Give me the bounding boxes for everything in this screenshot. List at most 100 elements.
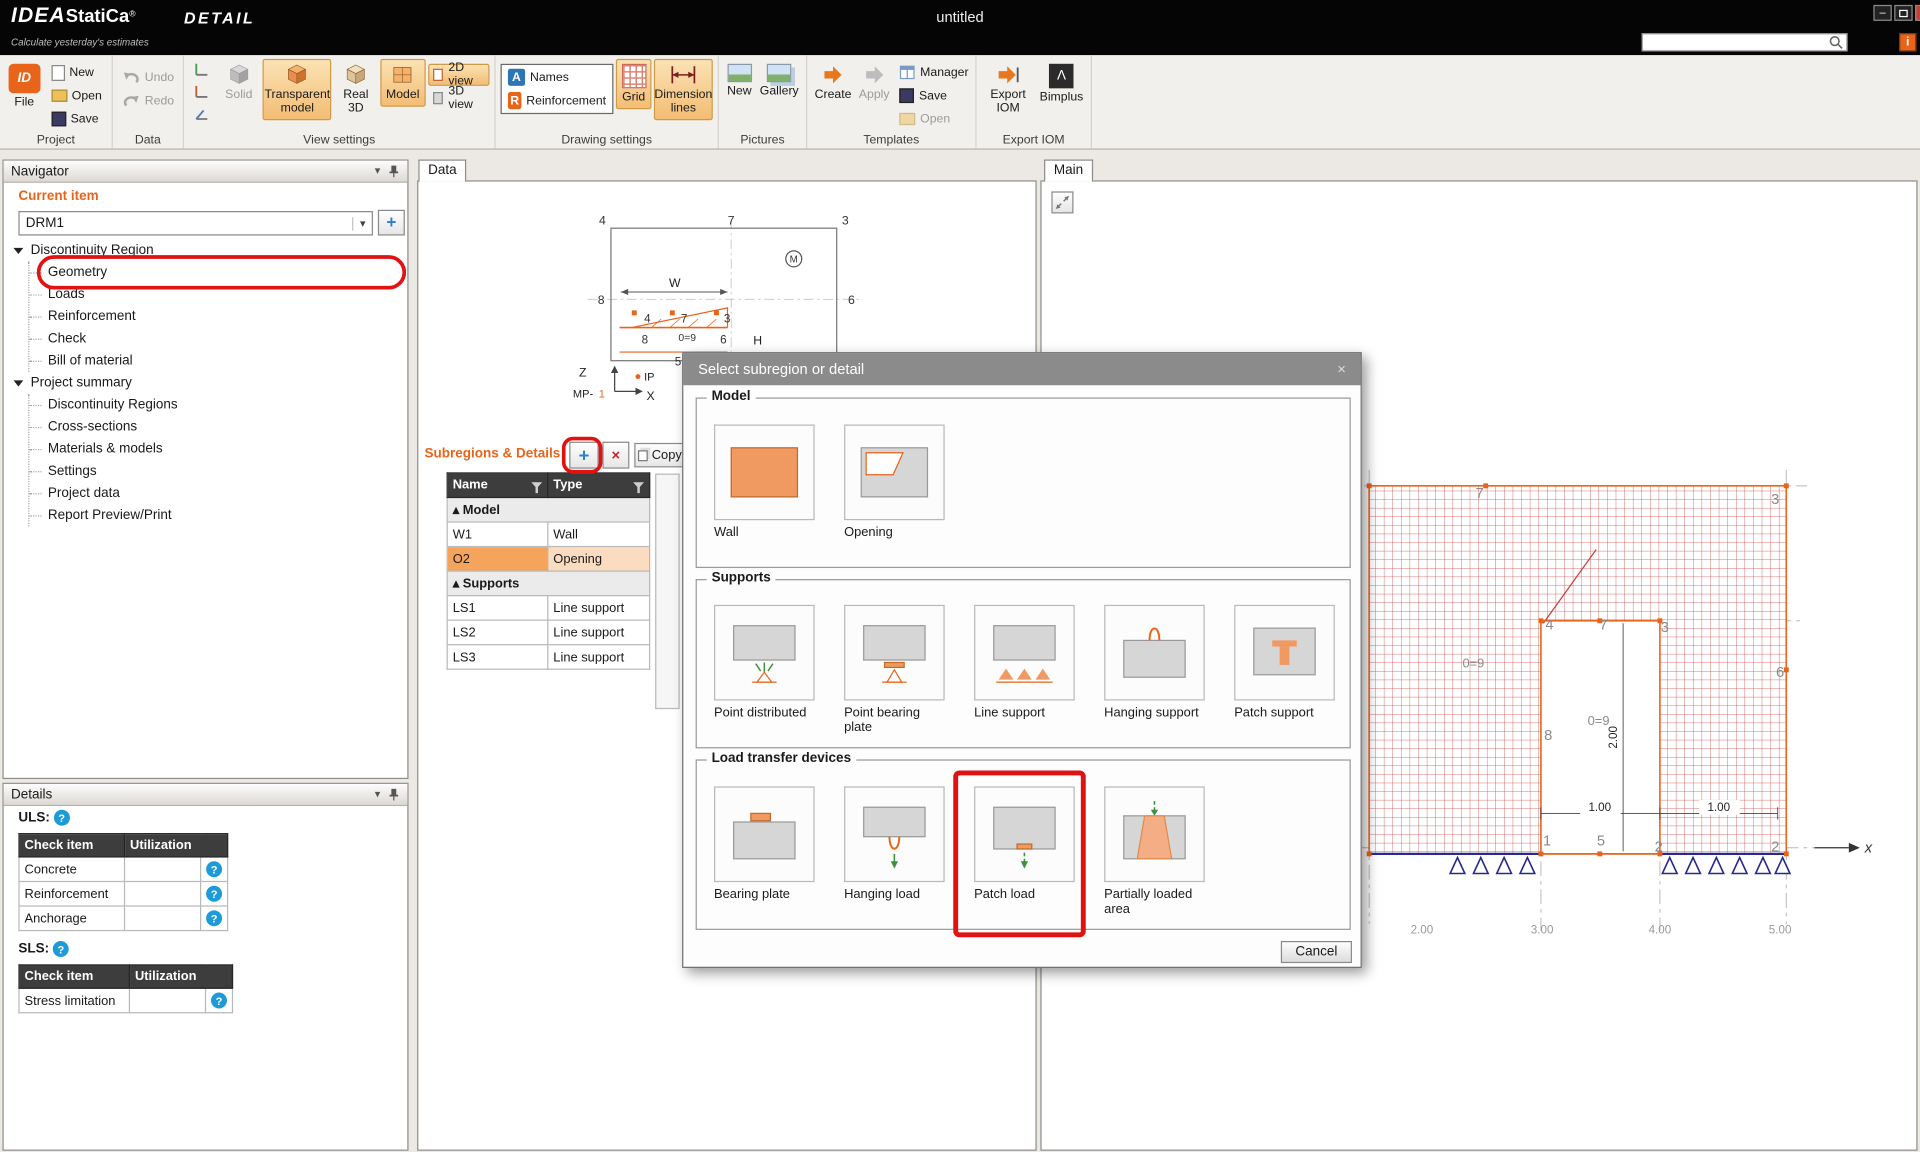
chevron-down-icon[interactable]: ▾ [375, 164, 381, 177]
pin-icon[interactable] [388, 788, 400, 801]
view-axis-yz-button[interactable] [189, 103, 215, 124]
transparent-model-button[interactable]: Transparent model [263, 59, 332, 120]
dialog-item-hanging-support[interactable]: Hanging support [1104, 605, 1207, 720]
dialog-item-point-distributed[interactable]: Point distributed [714, 605, 817, 720]
add-region-button[interactable]: + [378, 210, 405, 236]
table-row[interactable]: Concrete ? [19, 857, 228, 882]
dialog-titlebar[interactable]: Select subregion or detail × [683, 353, 1360, 385]
help-icon[interactable]: ? [206, 861, 222, 877]
tree-section-discontinuity-region[interactable]: Discontinuity Region [13, 239, 401, 261]
names-toggle-button[interactable]: ANames [503, 66, 611, 88]
help-icon[interactable]: ? [206, 886, 222, 902]
file-icon: ID [8, 64, 40, 93]
tree-item-check[interactable]: Check [29, 328, 401, 350]
tree-item-geometry[interactable]: Geometry [29, 261, 401, 283]
template-create-button[interactable]: Create [812, 59, 854, 107]
tree-item-settings[interactable]: Settings [29, 460, 401, 482]
template-manager-button[interactable]: Manager [894, 61, 973, 83]
chevron-down-icon[interactable]: ▾ [375, 788, 381, 801]
maximize-button[interactable] [1894, 5, 1912, 21]
redo-button[interactable]: Redo [118, 90, 179, 112]
tree-item-discontinuity-regions[interactable]: Discontinuity Regions [29, 394, 401, 416]
group-row-model[interactable]: ▴ Model [447, 497, 649, 522]
svg-text:2: 2 [1655, 839, 1663, 855]
view-axis-xz-button[interactable] [189, 81, 215, 102]
col-type: Type [548, 473, 650, 498]
dimension-lines-button[interactable]: Dimension lines [654, 59, 713, 120]
real-3d-button[interactable]: Real 3D [334, 59, 377, 120]
reinforcement-toggle-button[interactable]: RReinforcement [503, 90, 611, 112]
add-subregion-button[interactable]: + [569, 442, 598, 469]
pin-icon[interactable] [388, 164, 400, 177]
copy-subregion-button[interactable]: Copy [634, 443, 686, 468]
dialog-item-partially-loaded-area[interactable]: Partially loaded area [1104, 786, 1207, 916]
save-disk-icon [51, 112, 66, 127]
tree-item-materials-models[interactable]: Materials & models [29, 438, 401, 460]
tree-item-bill-of-material[interactable]: Bill of material [29, 350, 401, 372]
model-view-button[interactable]: Model [380, 59, 426, 107]
ribbon-group-data: Undo Redo Data [113, 55, 184, 148]
dialog-item-point-bearing-plate[interactable]: Point bearing plate [844, 605, 947, 735]
picture-gallery-button[interactable]: Gallery [757, 59, 801, 103]
tree-item-report-preview-print[interactable]: Report Preview/Print [29, 504, 401, 526]
dialog-item-hanging-load[interactable]: Hanging load [844, 786, 947, 901]
open-project-button[interactable]: Open [46, 85, 107, 107]
tree-item-reinforcement[interactable]: Reinforcement [29, 305, 401, 327]
table-row-selected[interactable]: O2 Opening [447, 547, 649, 572]
filter-icon[interactable] [633, 482, 644, 493]
table-row[interactable]: LS2 Line support [447, 620, 649, 645]
minimize-button[interactable]: – [1873, 5, 1891, 21]
template-save-button[interactable]: Save [894, 85, 973, 107]
table-row[interactable]: W1 Wall [447, 522, 649, 547]
dialog-item-wall[interactable]: Wall [714, 424, 817, 539]
table-scrollbar-track[interactable] [655, 474, 680, 710]
view-axis-xy-button[interactable] [189, 59, 215, 80]
template-apply-button[interactable]: Apply [856, 59, 892, 107]
help-icon[interactable]: ? [211, 993, 227, 1009]
save-project-button[interactable]: Save [46, 108, 107, 130]
grid-button[interactable]: Grid [616, 59, 652, 109]
dialog-item-patch-load[interactable]: Patch load [974, 786, 1077, 901]
close-button[interactable]: × [1915, 5, 1920, 21]
template-open-button[interactable]: Open [894, 108, 973, 130]
point-bearing-plate-icon [851, 618, 937, 687]
tree-section-project-summary[interactable]: Project summary [13, 372, 401, 394]
table-row[interactable]: LS1 Line support [447, 596, 649, 621]
dialog-close-icon[interactable]: × [1337, 361, 1346, 378]
file-button[interactable]: ID File [5, 59, 44, 114]
dialog-item-bearing-plate[interactable]: Bearing plate [714, 786, 817, 901]
dialog-item-opening[interactable]: Opening [844, 424, 947, 539]
help-icon[interactable]: ? [53, 941, 69, 957]
table-row[interactable]: LS3 Line support [447, 645, 649, 670]
help-icon[interactable]: ? [54, 810, 70, 826]
picture-new-button[interactable]: New [724, 59, 755, 103]
tree-item-cross-sections[interactable]: Cross-sections [29, 416, 401, 438]
view-3d-button[interactable]: 3D view [428, 87, 490, 109]
group-row-supports[interactable]: ▴ Supports [447, 571, 649, 596]
new-project-button[interactable]: New [46, 61, 107, 83]
table-row[interactable]: Reinforcement ? [19, 881, 228, 906]
search-input[interactable] [1643, 35, 1828, 50]
filter-icon[interactable] [531, 482, 542, 493]
feedback-button[interactable]: i [1899, 33, 1916, 51]
current-item-dropdown[interactable]: DRM1 ▾ [18, 211, 373, 236]
delete-subregion-button[interactable]: × [602, 442, 629, 469]
dialog-item-line-support[interactable]: Line support [974, 605, 1077, 720]
photo-icon [727, 64, 752, 82]
point-distributed-icon [721, 618, 807, 687]
bimplus-button[interactable]: Λ Bimplus [1037, 59, 1086, 109]
help-icon[interactable]: ? [206, 910, 222, 926]
svg-text:X: X [647, 389, 655, 403]
tab-data[interactable]: Data [418, 159, 466, 181]
cancel-button[interactable]: Cancel [1281, 941, 1352, 963]
export-iom-button[interactable]: Export IOM [981, 59, 1034, 120]
solid-view-button[interactable]: Solid [217, 59, 260, 107]
undo-button[interactable]: Undo [118, 66, 179, 88]
table-row[interactable]: Stress limitation ? [19, 988, 232, 1013]
tree-item-project-data[interactable]: Project data [29, 482, 401, 504]
tree-item-loads[interactable]: Loads [29, 283, 401, 305]
tab-main[interactable]: Main [1044, 159, 1093, 181]
view-2d-button[interactable]: 2D view [428, 64, 490, 86]
dialog-item-patch-support[interactable]: Patch support [1234, 605, 1337, 720]
table-row[interactable]: Anchorage ? [19, 906, 228, 931]
